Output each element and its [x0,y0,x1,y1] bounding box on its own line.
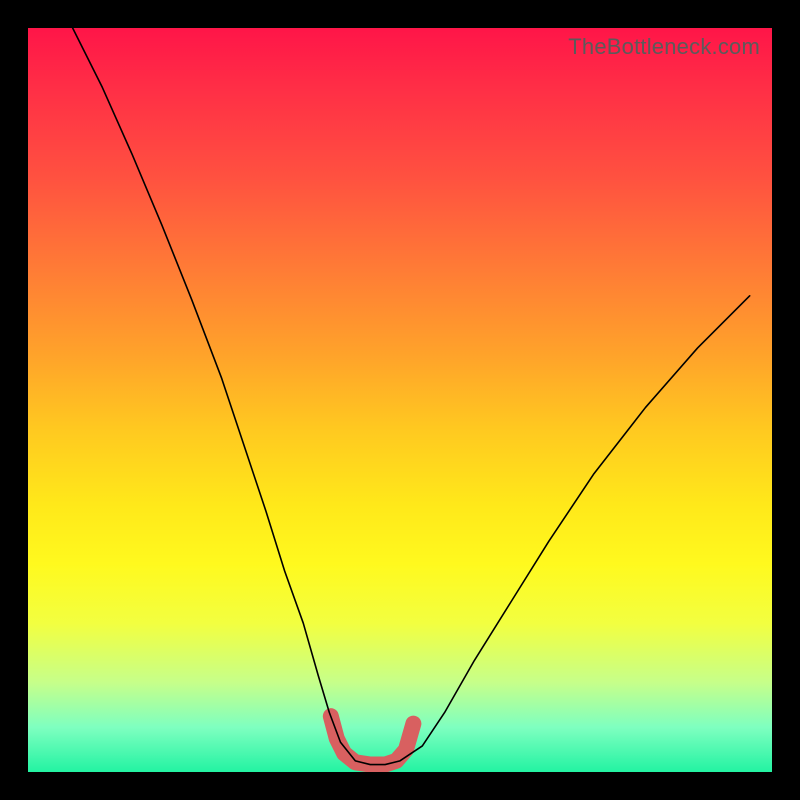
plot-area: TheBottleneck.com [28,28,772,772]
curve-path [73,28,750,765]
highlight-band-path [331,716,414,764]
curve-layer [28,28,772,772]
chart-frame: TheBottleneck.com [0,0,800,800]
